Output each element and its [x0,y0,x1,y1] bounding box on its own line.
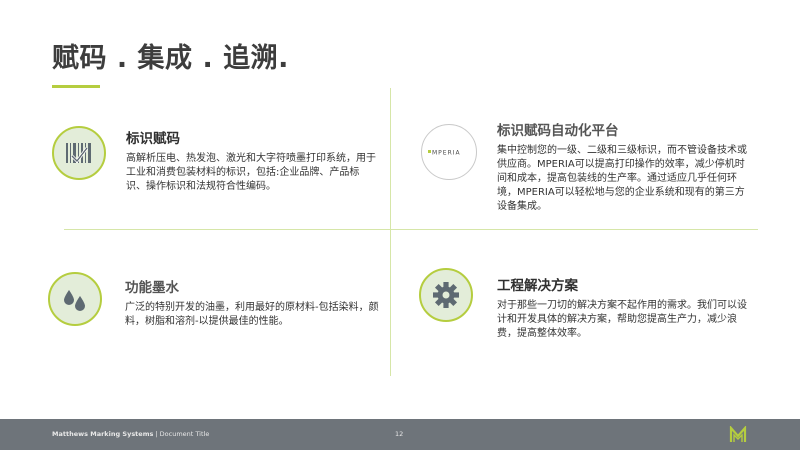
title-underline [52,85,100,88]
footer-company: Matthews Marking Systems [52,430,154,438]
section-heading: 标识赋码自动化平台 [497,123,619,139]
section-body: 集中控制您的一级、二级和三级标识，而不管设备技术或供应商。MPERIA可以提高打… [497,145,747,212]
barcode-icon [52,126,106,180]
section-heading: 工程解决方案 [497,278,578,294]
footer-text: Matthews Marking Systems | Document Titl… [52,430,209,438]
section-engineering-solutions: 工程解决方案 对于那些一刀切的解决方案不起作用的需求。我们可以设计和开发具体的解… [497,274,753,341]
section-body: 对于那些一刀切的解决方案不起作用的需求。我们可以设计和开发具体的解决方案，帮助您… [497,300,747,339]
company-logo-icon [729,426,747,442]
page-number: 12 [395,430,404,438]
ink-drops-icon [48,272,102,326]
mperia-logo-text: MPERIA [432,150,461,157]
section-automation-platform: 标识赋码自动化平台 集中控制您的一级、二级和三级标识，而不管设备技术或供应商。M… [497,119,753,214]
section-labeling: 标识赋码 高解析压电、热发泡、激光和大字符喷墨打印系统，用于工业和消费包装材料的… [126,127,376,194]
section-body: 广泛的特别开发的油墨，利用最好的原材料-包括染料，颜料，树脂和溶剂-以提供最佳的… [125,302,379,327]
section-body: 高解析压电、热发泡、激光和大字符喷墨打印系统，用于工业和消费包装材料的标识，包括… [126,153,376,192]
footer-doc-title: Document Title [159,430,210,438]
horizontal-divider [64,229,758,230]
gear-icon [419,268,473,322]
section-heading: 标识赋码 [126,131,180,147]
section-functional-inks: 功能墨水 广泛的特别开发的油墨，利用最好的原材料-包括染料，颜料，树脂和溶剂-以… [125,276,385,329]
mperia-logo: MPERIA [421,124,477,180]
page-title: 赋码 . 集成 . 追溯. [52,43,289,74]
vertical-divider [390,88,391,376]
section-heading: 功能墨水 [125,280,179,296]
footer-bar: Matthews Marking Systems | Document Titl… [0,419,800,450]
